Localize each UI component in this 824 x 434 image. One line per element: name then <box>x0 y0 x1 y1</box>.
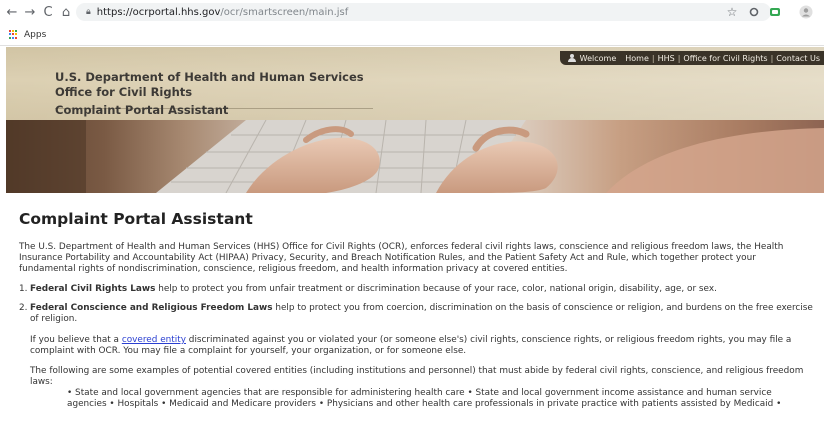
agency-line-1: U.S. Department of Health and Human Serv… <box>55 70 364 84</box>
top-utility-nav: Welcome Home | HHS | Office for Civil Righ… <box>559 51 824 65</box>
apps-grid-dot <box>12 33 14 36</box>
law-description: help to protect you from unfair treatmen… <box>155 284 717 294</box>
apps-grid-icon[interactable] <box>9 29 19 40</box>
laws-list: 1. Federal Civil Rights Laws help to pro… <box>19 284 814 410</box>
extension-green-icon[interactable] <box>766 3 784 21</box>
nav-link-ocr[interactable]: Office for Civil Rights <box>683 54 767 63</box>
nav-link-contact[interactable]: Contact Us <box>776 54 820 63</box>
back-arrow-icon[interactable]: ← <box>3 3 21 21</box>
agency-title[interactable]: U.S. Department of Health and Human Serv… <box>55 70 373 109</box>
apps-grid-dot <box>15 29 17 32</box>
profile-avatar-icon[interactable] <box>797 3 815 21</box>
examples-intro: The following are some examples of poten… <box>30 366 804 387</box>
site-header: Welcome Home | HHS | Office for Civil Righ… <box>6 47 824 193</box>
nav-link-home[interactable]: Home <box>625 54 649 63</box>
forward-arrow-icon[interactable]: → <box>21 3 39 21</box>
apps-grid-dot <box>15 36 17 39</box>
apps-grid-dot <box>9 33 11 36</box>
bookmarks-bar: Apps <box>0 24 824 46</box>
browser-toolbar: ← → C ⌂ 🔒︎ https://ocrportal.hhs.gov/ocr… <box>0 0 824 24</box>
intro-paragraph: The U.S. Department of Health and Human … <box>19 242 784 274</box>
apps-grid-dot <box>12 36 14 39</box>
star-icon[interactable]: ☆ <box>723 3 741 21</box>
url-host: https://ocrportal.hhs.gov <box>96 6 221 18</box>
list-item: 2. Federal Conscience and Religious Free… <box>19 303 813 409</box>
covered-entity-link[interactable]: covered entity <box>122 335 186 345</box>
agency-line-2: Office for Civil Rights <box>55 85 193 99</box>
apps-grid-dot <box>12 29 14 32</box>
apps-bookmark[interactable]: Apps <box>24 30 46 40</box>
law-name: Federal Conscience and Religious Freedom… <box>30 303 273 313</box>
url-path: /ocr/smartscreen/main.jsf <box>220 6 349 18</box>
list-item: 1. Federal Civil Rights Laws help to pro… <box>19 284 717 294</box>
extension-circle-icon[interactable] <box>745 3 763 21</box>
nav-link-hhs[interactable]: HHS <box>658 54 675 63</box>
apps-grid-dot <box>9 36 11 39</box>
portal-name: Complaint Portal Assistant <box>55 103 229 117</box>
lock-icon: 🔒︎ <box>86 7 91 17</box>
reload-icon[interactable]: C <box>39 3 57 21</box>
home-icon[interactable]: ⌂ <box>57 3 75 21</box>
complaint-paragraph: If you believe that a covered entity dis… <box>30 335 792 356</box>
apps-grid-dot <box>9 29 11 32</box>
main-content: Complaint Portal Assistant The U.S. Depa… <box>19 210 814 418</box>
user-icon <box>567 54 576 62</box>
address-bar[interactable]: 🔒︎ https://ocrportal.hhs.gov/ocr/smartsc… <box>76 3 771 21</box>
page-title: Complaint Portal Assistant <box>19 210 253 228</box>
welcome-text: Welcome <box>579 53 617 63</box>
hero-image-keyboard-hands <box>6 120 824 193</box>
examples-bullets: • State and local government agencies th… <box>67 388 782 409</box>
law-name: Federal Civil Rights Laws <box>30 284 156 294</box>
apps-grid-dot <box>15 33 17 36</box>
